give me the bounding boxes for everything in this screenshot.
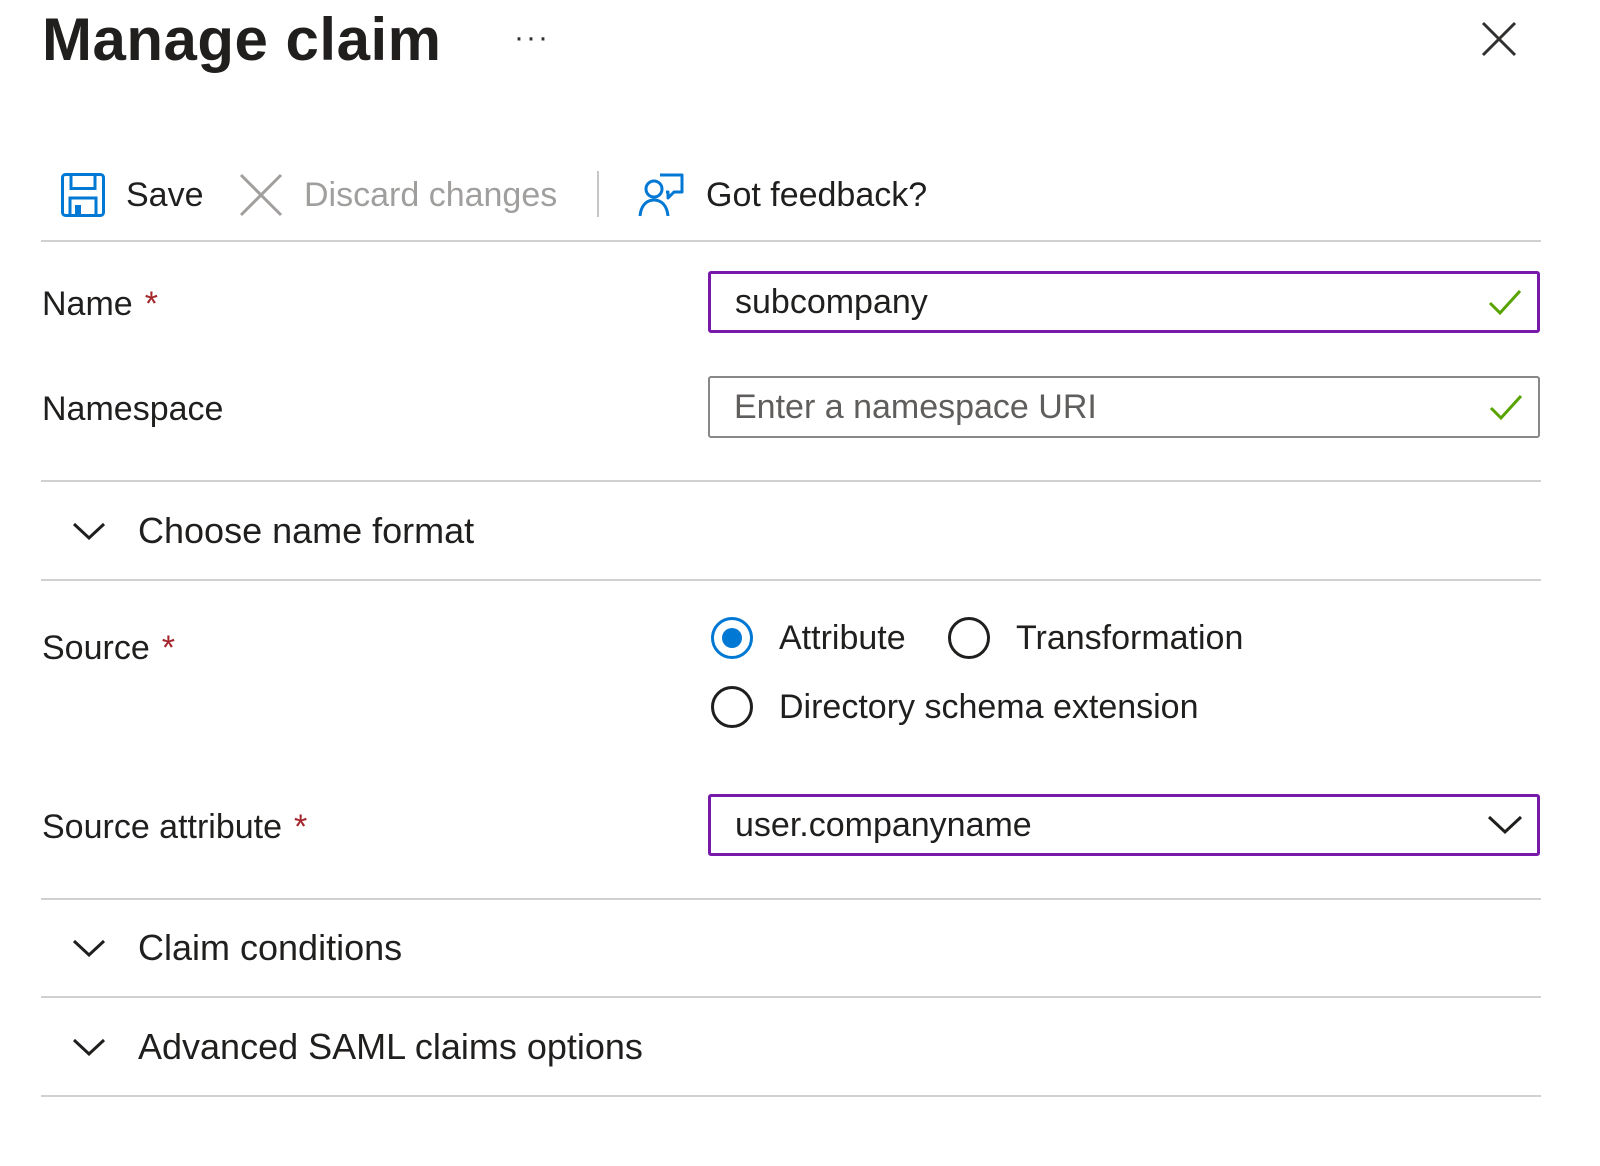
feedback-label: Got feedback? (706, 175, 928, 214)
page-title: Manage claim (42, 6, 442, 73)
check-icon (1483, 280, 1527, 324)
name-input[interactable]: subcompany (708, 271, 1540, 333)
close-button[interactable] (1478, 18, 1520, 60)
advanced-saml-claims-label: Advanced SAML claims options (138, 1026, 643, 1067)
source-radio-attribute[interactable]: Attribute (711, 612, 906, 664)
source-label: Source * (42, 629, 175, 667)
choose-name-format-label: Choose name format (138, 510, 475, 551)
more-options-button[interactable]: ··· (514, 20, 550, 56)
required-asterisk: * (144, 285, 158, 323)
feedback-button[interactable]: Got feedback? (638, 164, 927, 226)
section-divider (41, 1095, 1541, 1097)
save-button[interactable]: Save (60, 164, 204, 226)
advanced-saml-claims-expander[interactable]: Advanced SAML claims options (72, 1017, 643, 1077)
namespace-input[interactable]: Enter a namespace URI (708, 376, 1540, 438)
namespace-label: Namespace (42, 390, 224, 428)
section-divider (41, 579, 1541, 581)
radio-label: Directory schema extension (779, 687, 1199, 726)
claim-conditions-label: Claim conditions (138, 927, 403, 968)
required-asterisk: * (294, 808, 308, 846)
save-label: Save (126, 175, 204, 214)
section-divider (41, 996, 1541, 998)
close-icon (1481, 21, 1517, 57)
discard-label: Discard changes (304, 175, 558, 214)
discard-icon (239, 173, 283, 217)
check-icon (1484, 385, 1528, 429)
claim-conditions-expander[interactable]: Claim conditions (72, 918, 402, 978)
chevron-down-icon (72, 939, 106, 958)
toolbar-divider-line (41, 240, 1541, 242)
source-attribute-dropdown[interactable]: user.companyname (708, 794, 1540, 856)
source-radio-transformation[interactable]: Transformation (948, 612, 1243, 664)
radio-unselected-icon (948, 617, 990, 659)
radio-label: Transformation (1016, 618, 1244, 657)
choose-name-format-expander[interactable]: Choose name format (72, 501, 474, 561)
namespace-placeholder: Enter a namespace URI (734, 387, 1097, 426)
section-divider (41, 898, 1541, 900)
chevron-down-icon (72, 1038, 106, 1057)
name-input-value: subcompany (735, 282, 928, 321)
required-asterisk: * (161, 629, 175, 667)
radio-selected-icon (711, 617, 753, 659)
discard-changes-button[interactable]: Discard changes (238, 164, 557, 226)
toolbar-divider (597, 171, 599, 217)
name-label: Name * (42, 285, 158, 323)
save-icon (61, 173, 105, 217)
source-radio-directory-schema-extension[interactable]: Directory schema extension (711, 681, 1199, 733)
chevron-down-icon (72, 522, 106, 541)
radio-label: Attribute (779, 618, 906, 657)
source-attribute-value: user.companyname (735, 805, 1032, 844)
radio-unselected-icon (711, 686, 753, 728)
feedback-icon (638, 173, 684, 217)
section-divider (41, 480, 1541, 482)
source-attribute-label: Source attribute * (42, 808, 308, 846)
chevron-down-icon (1483, 803, 1527, 847)
